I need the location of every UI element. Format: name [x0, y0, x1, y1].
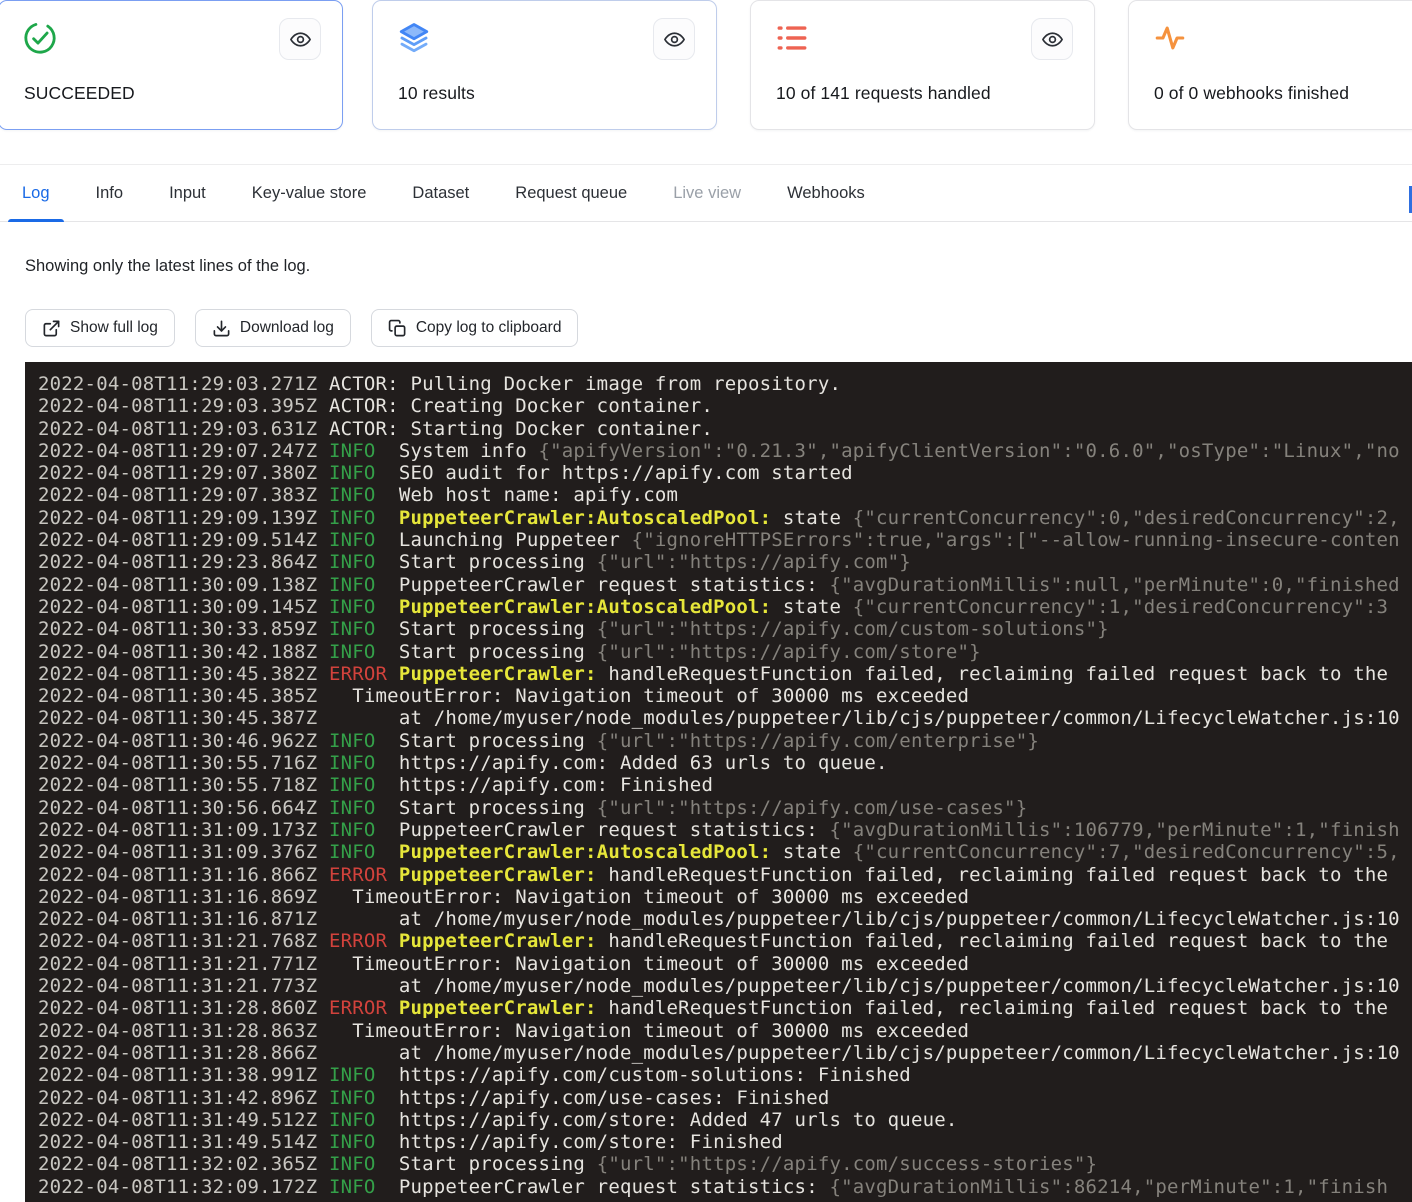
log-line: 2022-04-08T11:30:09.145Z INFO PuppeteerC… [38, 596, 1412, 618]
tab-log[interactable]: Log [8, 165, 64, 221]
list-icon [775, 21, 809, 55]
activity-icon [1153, 21, 1187, 55]
log-line: 2022-04-08T11:31:16.871Z at /home/myuser… [38, 908, 1412, 930]
log-line: 2022-04-08T11:31:28.863Z TimeoutError: N… [38, 1020, 1412, 1042]
log-line: 2022-04-08T11:30:09.138Z INFO PuppeteerC… [38, 574, 1412, 596]
log-line: 2022-04-08T11:30:55.718Z INFO https://ap… [38, 774, 1412, 796]
log-line: 2022-04-08T11:29:07.380Z INFO SEO audit … [38, 462, 1412, 484]
log-line: 2022-04-08T11:31:38.991Z INFO https://ap… [38, 1064, 1412, 1086]
eye-icon-button[interactable] [279, 18, 321, 60]
tab-dataset[interactable]: Dataset [398, 165, 483, 221]
show-full-log-label: Show full log [70, 319, 158, 337]
log-line: 2022-04-08T11:29:07.247Z INFO System inf… [38, 440, 1412, 462]
tab-live-view: Live view [659, 165, 755, 221]
run-status-card[interactable]: SUCCEEDED [0, 0, 343, 130]
log-line: 2022-04-08T11:30:45.385Z TimeoutError: N… [38, 685, 1412, 707]
check-circle-icon [23, 21, 57, 55]
tab-input[interactable]: Input [155, 165, 220, 221]
webhooks-progress-label: 0 of 0 webhooks finished [1154, 83, 1349, 104]
log-line: 2022-04-08T11:31:21.768Z ERROR Puppeteer… [38, 930, 1412, 952]
log-line: 2022-04-08T11:31:49.512Z INFO https://ap… [38, 1109, 1412, 1131]
log-line: 2022-04-08T11:30:42.188Z INFO Start proc… [38, 641, 1412, 663]
log-line: 2022-04-08T11:31:49.514Z INFO https://ap… [38, 1131, 1412, 1153]
requests-progress-label: 10 of 141 requests handled [776, 83, 991, 104]
log-line: 2022-04-08T11:31:09.173Z INFO PuppeteerC… [38, 819, 1412, 841]
download-icon [212, 319, 231, 338]
eye-icon [663, 28, 686, 51]
results-card[interactable]: 10 results [372, 0, 717, 130]
download-log-button[interactable]: Download log [195, 309, 351, 347]
tab-webhooks[interactable]: Webhooks [773, 165, 879, 221]
log-line: 2022-04-08T11:31:21.771Z TimeoutError: N… [38, 953, 1412, 975]
tab-request-queue[interactable]: Request queue [501, 165, 641, 221]
run-detail-tabs: Log Info Input Key-value store Dataset R… [0, 164, 1412, 222]
log-line: 2022-04-08T11:30:55.716Z INFO https://ap… [38, 752, 1412, 774]
log-line: 2022-04-08T11:31:21.773Z at /home/myuser… [38, 975, 1412, 997]
log-line: 2022-04-08T11:29:07.383Z INFO Web host n… [38, 484, 1412, 506]
log-line: 2022-04-08T11:29:23.864Z INFO Start proc… [38, 551, 1412, 573]
copy-log-label: Copy log to clipboard [416, 319, 562, 337]
log-line: 2022-04-08T11:30:45.382Z ERROR Puppeteer… [38, 663, 1412, 685]
log-notice: Showing only the latest lines of the log… [25, 257, 310, 276]
log-line: 2022-04-08T11:31:28.860Z ERROR Puppeteer… [38, 997, 1412, 1019]
tab-key-value-store[interactable]: Key-value store [238, 165, 381, 221]
log-line: 2022-04-08T11:32:02.365Z INFO Start proc… [38, 1153, 1412, 1175]
download-log-label: Download log [240, 319, 334, 337]
log-line: 2022-04-08T11:29:03.631Z ACTOR: Starting… [38, 418, 1412, 440]
layers-icon [397, 21, 431, 55]
status-cards-row: SUCCEEDED 10 results [0, 0, 1412, 132]
show-full-log-button[interactable]: Show full log [25, 309, 175, 347]
log-line: 2022-04-08T11:29:03.395Z ACTOR: Creating… [38, 395, 1412, 417]
log-line: 2022-04-08T11:29:09.514Z INFO Launching … [38, 529, 1412, 551]
copy-icon [388, 319, 407, 338]
log-line: 2022-04-08T11:29:09.139Z INFO PuppeteerC… [38, 507, 1412, 529]
eye-icon-button[interactable] [653, 18, 695, 60]
eye-icon [1041, 28, 1064, 51]
log-line: 2022-04-08T11:31:16.866Z ERROR Puppeteer… [38, 864, 1412, 886]
log-line: 2022-04-08T11:30:33.859Z INFO Start proc… [38, 618, 1412, 640]
eye-icon [289, 28, 312, 51]
log-line: 2022-04-08T11:30:56.664Z INFO Start proc… [38, 797, 1412, 819]
requests-card[interactable]: 10 of 141 requests handled [750, 0, 1095, 130]
run-status-label: SUCCEEDED [24, 83, 135, 104]
eye-icon-button[interactable] [1031, 18, 1073, 60]
log-line: 2022-04-08T11:31:09.376Z INFO PuppeteerC… [38, 841, 1412, 863]
log-line: 2022-04-08T11:30:46.962Z INFO Start proc… [38, 730, 1412, 752]
webhooks-card[interactable]: 0 of 0 webhooks finished [1128, 0, 1412, 130]
log-line: 2022-04-08T11:32:09.172Z INFO PuppeteerC… [38, 1176, 1412, 1198]
log-line: 2022-04-08T11:30:45.387Z at /home/myuser… [38, 707, 1412, 729]
log-line: 2022-04-08T11:31:28.866Z at /home/myuser… [38, 1042, 1412, 1064]
log-viewer[interactable]: 2022-04-08T11:29:03.271Z ACTOR: Pulling … [25, 362, 1412, 1202]
tab-info[interactable]: Info [82, 165, 138, 221]
copy-log-button[interactable]: Copy log to clipboard [371, 309, 579, 347]
external-link-icon [42, 319, 61, 338]
log-line: 2022-04-08T11:31:42.896Z INFO https://ap… [38, 1087, 1412, 1109]
log-actions: Show full log Download log Copy log to c… [25, 309, 578, 347]
log-line: 2022-04-08T11:31:16.869Z TimeoutError: N… [38, 886, 1412, 908]
results-count-label: 10 results [398, 83, 475, 104]
log-line: 2022-04-08T11:29:03.271Z ACTOR: Pulling … [38, 373, 1412, 395]
